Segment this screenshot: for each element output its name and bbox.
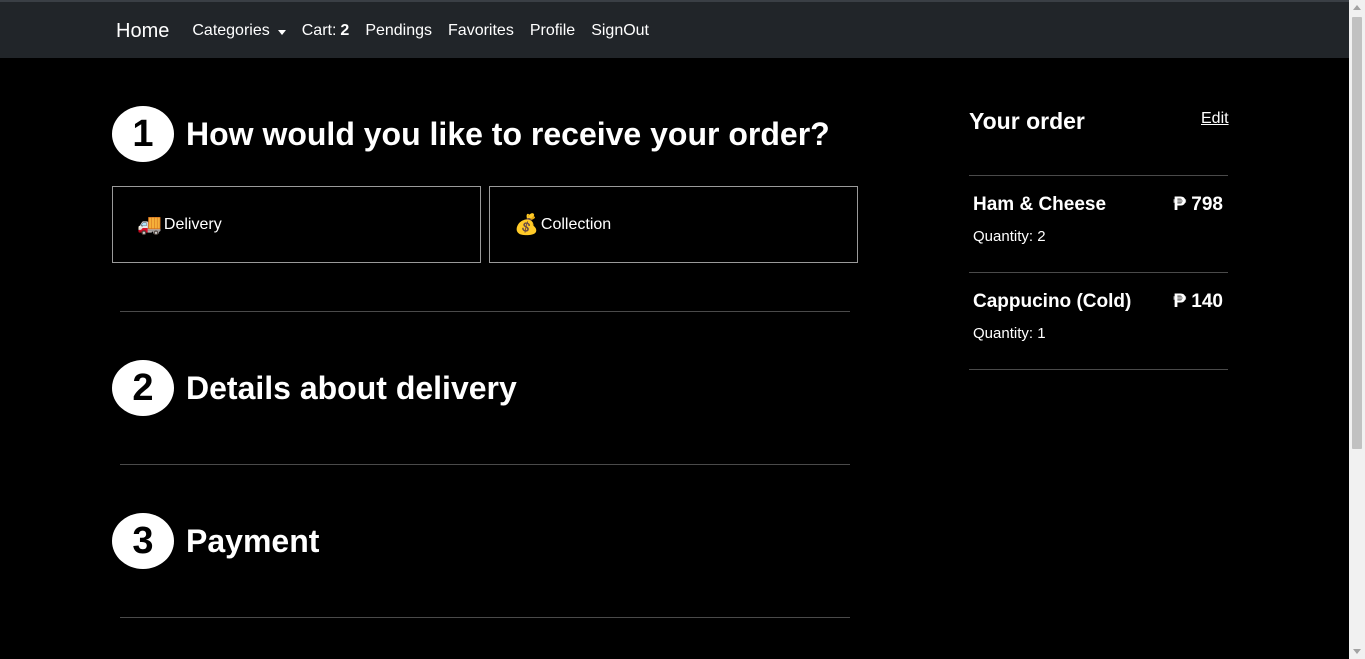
- cart-count: 2: [340, 22, 350, 39]
- step-receive-order: 1 How would you like to receive your ord…: [112, 106, 830, 162]
- nav-links: Home Categories Cart: 2 Pendings Favorit…: [116, 2, 665, 60]
- order-item-price: ₱ 798: [1173, 194, 1223, 215]
- order-item-name: Cappucino (Cold): [973, 291, 1132, 312]
- order-summary-title: Your order: [969, 108, 1085, 134]
- step-title-receive-order: How would you like to receive your order…: [186, 115, 830, 152]
- step-number-1: 1: [112, 106, 174, 162]
- order-divider: [969, 175, 1228, 176]
- section-divider: [120, 464, 850, 465]
- order-divider: [969, 272, 1228, 273]
- cart-link[interactable]: Cart: 2: [302, 22, 350, 40]
- order-item-quantity: Quantity: 1: [973, 325, 1046, 342]
- pendings-link[interactable]: Pendings: [365, 22, 432, 40]
- signout-link[interactable]: SignOut: [591, 22, 649, 40]
- step-title-delivery-details: Details about delivery: [186, 369, 517, 406]
- order-item-quantity: Quantity: 2: [973, 228, 1046, 245]
- order-item-price: ₱ 140: [1173, 291, 1223, 312]
- cart-label: Cart:: [301, 22, 337, 39]
- home-link[interactable]: Home: [116, 20, 169, 43]
- categories-dropdown[interactable]: Categories: [192, 22, 286, 40]
- section-divider: [120, 617, 850, 618]
- step-delivery-details: 2 Details about delivery: [112, 360, 517, 416]
- edit-order-link[interactable]: Edit: [1201, 110, 1229, 128]
- step-payment: 3 Payment: [112, 513, 319, 569]
- section-divider: [120, 311, 850, 312]
- delivery-option[interactable]: 🚚 Delivery: [112, 186, 481, 263]
- scroll-down-arrow-icon[interactable]: [1353, 649, 1361, 654]
- scroll-up-arrow-icon[interactable]: [1353, 5, 1361, 10]
- caret-down-icon: [277, 29, 286, 35]
- categories-label: Categories: [192, 22, 270, 39]
- order-divider: [969, 369, 1228, 370]
- scrollbar-thumb[interactable]: [1352, 17, 1362, 449]
- step-title-payment: Payment: [186, 522, 320, 559]
- favorites-link[interactable]: Favorites: [448, 22, 514, 40]
- step-number-3: 3: [112, 513, 174, 569]
- profile-link[interactable]: Profile: [530, 22, 575, 40]
- delivery-truck-icon: 🚚: [137, 214, 162, 236]
- top-navbar: Home Categories Cart: 2 Pendings Favorit…: [0, 0, 1349, 58]
- hand-money-bag-icon: 💰: [514, 214, 539, 236]
- delivery-option-label: Delivery: [163, 215, 222, 233]
- step-number-2: 2: [112, 360, 174, 416]
- order-item-name: Ham & Cheese: [973, 194, 1107, 215]
- collection-option[interactable]: 💰 Collection: [489, 186, 858, 263]
- page-scrollbar[interactable]: [1349, 0, 1365, 659]
- collection-option-label: Collection: [540, 215, 612, 233]
